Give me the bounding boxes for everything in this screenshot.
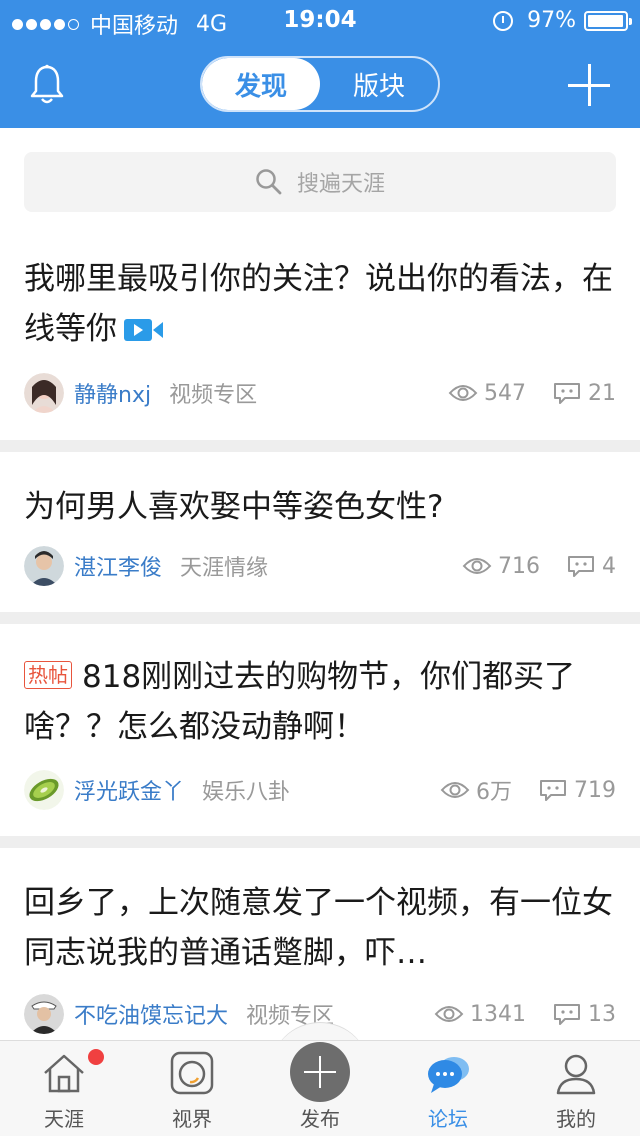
post-stats: 1341 13 [408, 1002, 616, 1027]
view-count: 547 [448, 381, 526, 406]
post-stats: 716 4 [436, 554, 616, 579]
comment-count-value: 719 [574, 777, 616, 803]
post-meta: 浮光跃金丫 娱乐八卦 6万 719 [24, 769, 616, 811]
nav-bar: 发现 版块 [0, 40, 640, 128]
post-title: 为何男人喜欢娶中等姿色女性? [24, 489, 444, 525]
eye-icon [440, 782, 470, 798]
tab-mine[interactable]: 我的 [512, 1041, 640, 1136]
tab-label: 我的 [556, 1107, 596, 1131]
post-title: 我哪里最吸引你的关注？说出你的看法，在线等你 [24, 254, 620, 354]
tab-label: 天涯 [44, 1107, 84, 1131]
post-title: 热帖 818刚刚过去的购物节，你们都买了啥？？怎么都没动静啊！ [24, 652, 620, 752]
divider [0, 440, 640, 452]
segment-control: 发现 版块 [200, 56, 440, 112]
list-item[interactable]: 回乡了，上次随意发了一个视频，有一位女同志说我的普通话蹩脚，吓… 不吃油馍忘记大… [0, 848, 640, 1040]
comment-count: 21 [552, 381, 616, 406]
author-name[interactable]: 浮光跃金丫 [74, 774, 184, 806]
board-name[interactable]: 娱乐八卦 [202, 774, 290, 806]
view-count-value: 547 [484, 380, 526, 406]
comment-count: 719 [538, 778, 616, 803]
view-count-value: 6万 [476, 780, 512, 805]
avatar[interactable] [24, 770, 64, 810]
board-name[interactable]: 视频专区 [169, 377, 257, 409]
tab-label: 视界 [172, 1107, 212, 1131]
comment-icon [540, 780, 566, 801]
view-count: 1341 [434, 1002, 526, 1027]
view-count-value: 716 [498, 553, 540, 579]
post-meta: 湛江李俊 天涯情缘 716 4 [24, 545, 616, 587]
tab-tianya[interactable]: 天涯 [0, 1041, 128, 1136]
tab-discover[interactable]: 发现 [202, 58, 320, 110]
camera-icon [170, 1051, 214, 1095]
post-title: 回乡了，上次随意发了一个视频，有一位女同志说我的普通话蹩脚，吓… [24, 885, 613, 971]
search-bar[interactable]: 搜遍天涯 [24, 152, 616, 212]
video-camera-icon [124, 319, 163, 341]
battery-icon [584, 10, 632, 31]
view-count: 6万 [440, 774, 512, 806]
tab-label: 论坛 [428, 1107, 468, 1131]
tab-boards[interactable]: 版块 [320, 58, 438, 110]
bell-icon[interactable] [28, 64, 66, 106]
eye-icon [434, 1006, 464, 1022]
view-count: 716 [462, 554, 540, 579]
avatar[interactable] [24, 994, 64, 1034]
alarm-icon [493, 10, 514, 31]
comment-count-value: 21 [588, 380, 616, 406]
status-bar: 中国移动 4G 19:04 97% [0, 0, 640, 40]
comment-count: 13 [552, 1002, 616, 1027]
eye-icon [448, 385, 478, 401]
comment-count-value: 4 [602, 553, 616, 579]
house-icon [44, 1054, 84, 1093]
comment-count-value: 13 [588, 1001, 616, 1027]
status-right: 97% [493, 8, 632, 33]
author-name[interactable]: 不吃油馍忘记大 [74, 998, 228, 1030]
post-stats: 547 21 [422, 381, 616, 406]
person-icon [556, 1054, 596, 1095]
chat-bubbles-icon [428, 1057, 469, 1093]
comment-icon [554, 1004, 580, 1025]
battery-percent: 97% [527, 8, 576, 33]
post-title-text: 我哪里最吸引你的关注？说出你的看法，在线等你 [24, 261, 613, 347]
avatar[interactable] [24, 546, 64, 586]
hot-post-badge: 热帖 [24, 661, 72, 689]
post-title-text: 818刚刚过去的购物节，你们都买了啥？？怎么都没动静啊！ [24, 659, 576, 745]
publish-plus-icon[interactable] [290, 1042, 350, 1102]
search-placeholder: 搜遍天涯 [296, 172, 385, 197]
board-name[interactable]: 天涯情缘 [180, 550, 268, 582]
new-post-plus-icon[interactable] [568, 64, 610, 106]
eye-icon [462, 558, 492, 574]
list-item[interactable]: 为何男人喜欢娶中等姿色女性? 湛江李俊 天涯情缘 716 4 [0, 452, 640, 612]
divider [0, 612, 640, 624]
comment-count: 4 [566, 554, 616, 579]
comment-icon [554, 383, 580, 404]
search-icon [256, 169, 282, 195]
comment-icon [568, 556, 594, 577]
tab-label: 发布 [300, 1107, 340, 1131]
list-item[interactable]: 我哪里最吸引你的关注？说出你的看法，在线等你 静静nxj 视频专区 547 21 [0, 232, 640, 440]
author-name[interactable]: 静静nxj [74, 377, 151, 409]
post-meta: 静静nxj 视频专区 547 21 [24, 372, 616, 414]
post-stats: 6万 719 [414, 774, 616, 806]
author-name[interactable]: 湛江李俊 [74, 550, 162, 582]
list-item[interactable]: 热帖 818刚刚过去的购物节，你们都买了啥？？怎么都没动静啊！ 浮光跃金丫 娱乐八… [0, 624, 640, 836]
tab-forum[interactable]: 论坛 [384, 1041, 512, 1136]
divider [0, 836, 640, 848]
tab-vision[interactable]: 视界 [128, 1041, 256, 1136]
avatar[interactable] [24, 373, 64, 413]
view-count-value: 1341 [470, 1001, 526, 1027]
notification-badge [88, 1049, 104, 1065]
